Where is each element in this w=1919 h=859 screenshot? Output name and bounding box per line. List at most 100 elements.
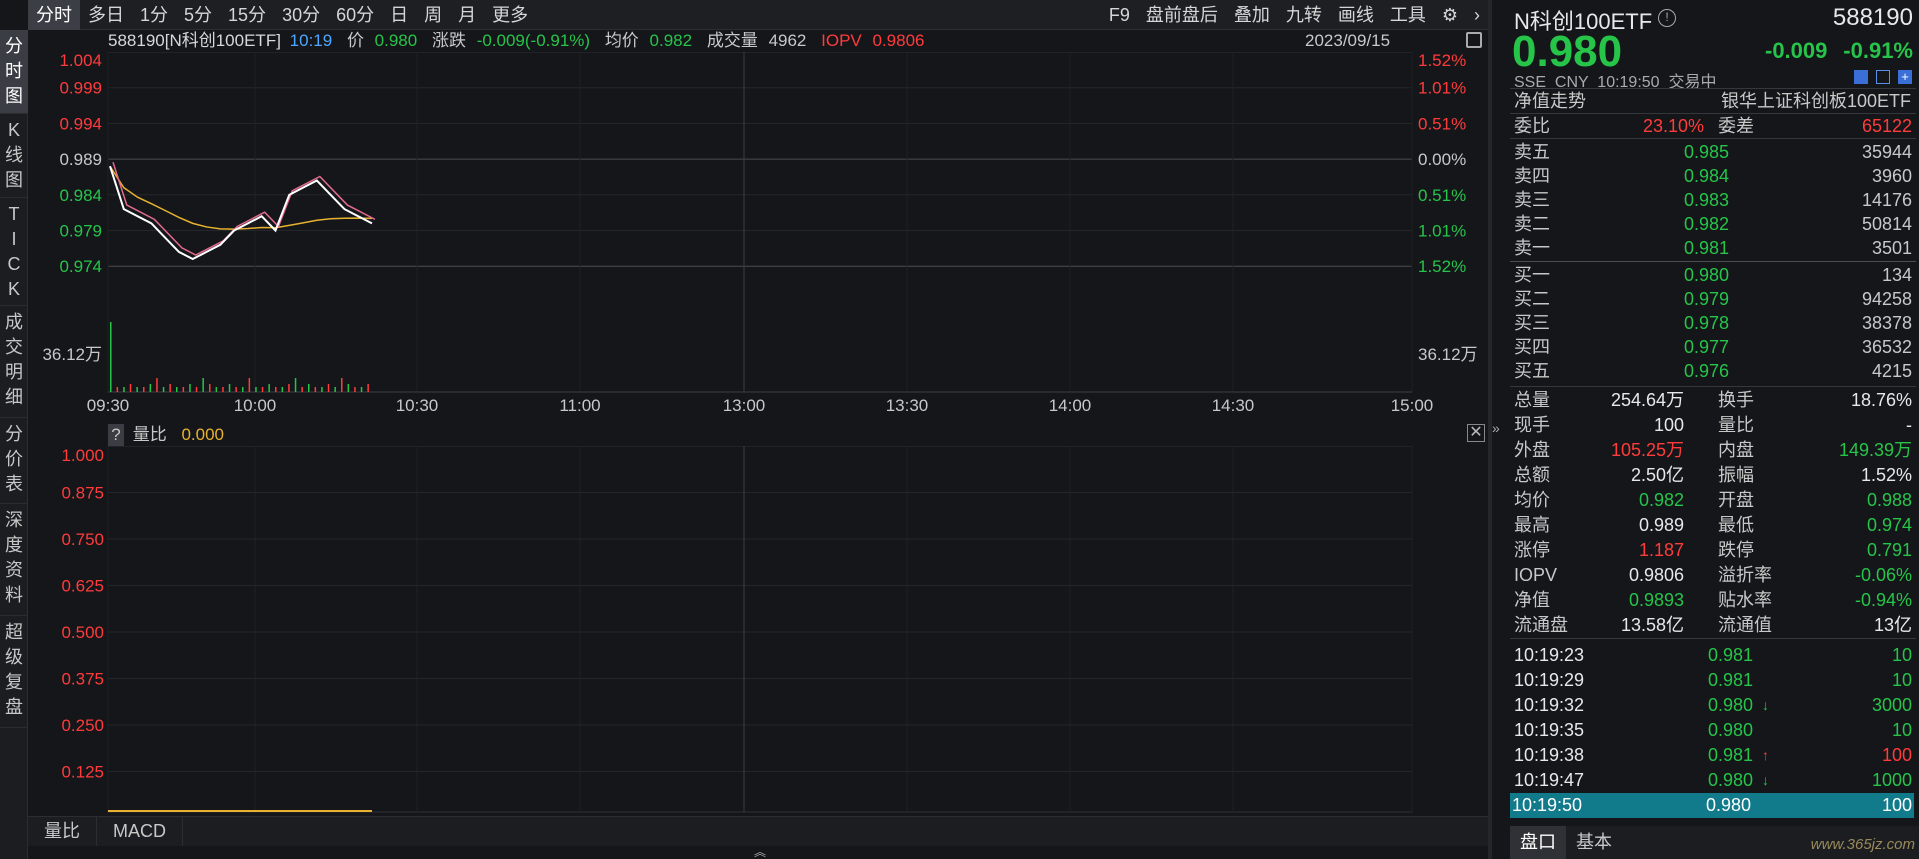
tab-week[interactable]: 周 xyxy=(416,0,450,30)
volume-bar xyxy=(222,387,224,392)
intraday-chart[interactable]: 1.004 0.999 0.994 0.989 0.984 0.979 0.974 1.52… xyxy=(28,52,1488,422)
volume-bar xyxy=(129,384,132,392)
order-diff-value: 65122 xyxy=(1861,116,1912,136)
volume-bar xyxy=(308,384,310,392)
tick-row[interactable]: 10:19:29 0.981 10 xyxy=(1512,668,1914,693)
tab-duori[interactable]: 多日 xyxy=(80,0,132,30)
volume-bar xyxy=(110,322,112,392)
tab-basic[interactable]: 基本 xyxy=(1566,826,1622,859)
bid-level[interactable]: 买一 0.980 134 xyxy=(1512,263,1914,287)
tab-fenshi[interactable]: 分时 xyxy=(28,0,80,30)
sub-chart[interactable]: 1.000 0.875 0.750 0.625 0.500 0.375 0.250 0.125 xyxy=(28,446,1488,816)
nine-turn-button[interactable]: 九转 xyxy=(1278,0,1330,30)
volume-bar xyxy=(341,378,343,392)
add-icon[interactable]: + xyxy=(1898,70,1912,84)
stat-label: 量比 xyxy=(1718,415,1754,435)
stat-label: 振幅 xyxy=(1718,465,1754,485)
ask-level[interactable]: 卖四 0.984 3960 xyxy=(1512,164,1914,188)
cursor-time: 10:19 xyxy=(289,31,333,50)
stat-value: 1.187 xyxy=(1638,540,1684,560)
draw-button[interactable]: 画线 xyxy=(1330,0,1382,30)
info-icon[interactable]: ! xyxy=(1658,9,1676,27)
tick-row[interactable]: 10:19:32 0.980 ↓ 3000 xyxy=(1512,693,1914,718)
stat-value: 105.25万 xyxy=(1610,440,1684,460)
close-icon[interactable]: ✕ xyxy=(1467,424,1485,442)
tab-pankou[interactable]: 盘口 xyxy=(1510,826,1566,859)
overlay-button[interactable]: 叠加 xyxy=(1226,0,1278,30)
volume-bar xyxy=(294,378,297,392)
tab-volume-ratio[interactable]: 量比 xyxy=(28,817,97,846)
tick-direction-icon: ↑ xyxy=(1762,747,1769,763)
tab-day[interactable]: 日 xyxy=(382,0,416,30)
volume-bar xyxy=(182,387,185,392)
volume-bar xyxy=(156,378,158,392)
gear-icon[interactable]: ⚙ xyxy=(1434,0,1466,30)
y-tick-right: 1.01% xyxy=(1418,79,1466,98)
f9-button[interactable]: F9 xyxy=(1101,0,1138,30)
volume-bar xyxy=(281,387,284,392)
side-tab-price-table[interactable]: 分 价 表 xyxy=(0,418,28,504)
ask-price: 0.985 xyxy=(1684,142,1730,162)
volume-bar xyxy=(149,384,152,392)
y-tick-left: 0.984 xyxy=(59,186,102,205)
stat-value: 2.50亿 xyxy=(1630,465,1684,485)
side-tab-tick[interactable]: T I C K xyxy=(0,198,28,306)
stat-value: 0.989 xyxy=(1638,515,1684,535)
ask-label: 卖一 xyxy=(1514,238,1550,258)
tick-time: 10:19:50 xyxy=(1512,795,1583,815)
bid-level[interactable]: 买五 0.976 4215 xyxy=(1512,359,1914,383)
ask-price: 0.982 xyxy=(1684,214,1730,234)
ask-volume: 35944 xyxy=(1861,142,1912,162)
volume-bar xyxy=(215,387,218,392)
expand-up-icon[interactable]: ︽ xyxy=(740,846,780,859)
tab-30min[interactable]: 30分 xyxy=(274,0,328,30)
bid-level[interactable]: 买四 0.977 36532 xyxy=(1512,335,1914,359)
tick-row[interactable]: 10:19:35 0.980 10 xyxy=(1512,718,1914,743)
tab-1min[interactable]: 1分 xyxy=(132,0,176,30)
bid-level[interactable]: 买二 0.979 94258 xyxy=(1512,287,1914,311)
side-tab-depth[interactable]: 深 度 资 料 xyxy=(0,504,28,616)
bid-level[interactable]: 买三 0.978 38378 xyxy=(1512,311,1914,335)
x-tick: 10:00 xyxy=(234,396,277,415)
ask-price: 0.984 xyxy=(1684,166,1730,186)
price-value: 0.980 xyxy=(374,31,418,50)
help-icon[interactable]: ? xyxy=(108,424,124,446)
stat-value: 1.52% xyxy=(1860,465,1912,485)
tab-macd[interactable]: MACD xyxy=(97,817,183,846)
tick-time: 10:19:35 xyxy=(1514,720,1585,740)
tick-price: 0.980 xyxy=(1708,720,1754,740)
edit-icon[interactable] xyxy=(1854,70,1868,84)
volume-bar xyxy=(321,387,323,392)
ask-level[interactable]: 卖五 0.985 35944 xyxy=(1512,140,1914,164)
ask-level[interactable]: 卖三 0.983 14176 xyxy=(1512,188,1914,212)
chevron-right-icon[interactable]: › xyxy=(1466,0,1488,30)
layout-icon[interactable] xyxy=(1466,32,1482,48)
tick-row[interactable]: 10:19:47 0.980 ↓ 1000 xyxy=(1512,768,1914,793)
tick-row[interactable]: 10:19:23 0.981 10 xyxy=(1512,643,1914,668)
ask-level[interactable]: 卖一 0.981 3501 xyxy=(1512,236,1914,260)
ask-level[interactable]: 卖二 0.982 50814 xyxy=(1512,212,1914,236)
tools-button[interactable]: 工具 xyxy=(1382,0,1434,30)
tab-15min[interactable]: 15分 xyxy=(220,0,274,30)
tick-row[interactable]: 10:19:50 0.980 100 xyxy=(1510,793,1914,818)
nav-trend-link[interactable]: 净值走势 xyxy=(1514,89,1586,113)
bid-label: 买五 xyxy=(1514,361,1550,381)
tab-more[interactable]: 更多 xyxy=(484,0,536,30)
copy-icon[interactable] xyxy=(1876,70,1890,84)
tick-row[interactable]: 10:19:38 0.981 ↑ 100 xyxy=(1512,743,1914,768)
side-tab-kline[interactable]: K 线 图 xyxy=(0,114,28,198)
security-code-name: 588190[N科创100ETF] xyxy=(108,31,281,50)
premarket-button[interactable]: 盘前盘后 xyxy=(1138,0,1226,30)
price-change: -0.009 xyxy=(1765,38,1828,63)
security-code: 588190 xyxy=(1832,4,1913,31)
tab-5min[interactable]: 5分 xyxy=(176,0,220,30)
view-side-tabs: 分 时 图 K 线 图 T I C K 成 交 明 细 分 价 表 深 度 资 … xyxy=(0,30,28,859)
stat-label: 净值 xyxy=(1514,590,1550,610)
side-tab-replay[interactable]: 超 级 复 盘 xyxy=(0,616,28,728)
tab-60min[interactable]: 60分 xyxy=(328,0,382,30)
collapse-panel-icon[interactable]: » xyxy=(1492,420,1500,436)
side-tab-deals[interactable]: 成 交 明 细 xyxy=(0,306,28,418)
side-tab-fenshi[interactable]: 分 时 图 xyxy=(0,30,28,114)
y-tick-right: 1.52% xyxy=(1418,257,1466,276)
tab-month[interactable]: 月 xyxy=(450,0,484,30)
